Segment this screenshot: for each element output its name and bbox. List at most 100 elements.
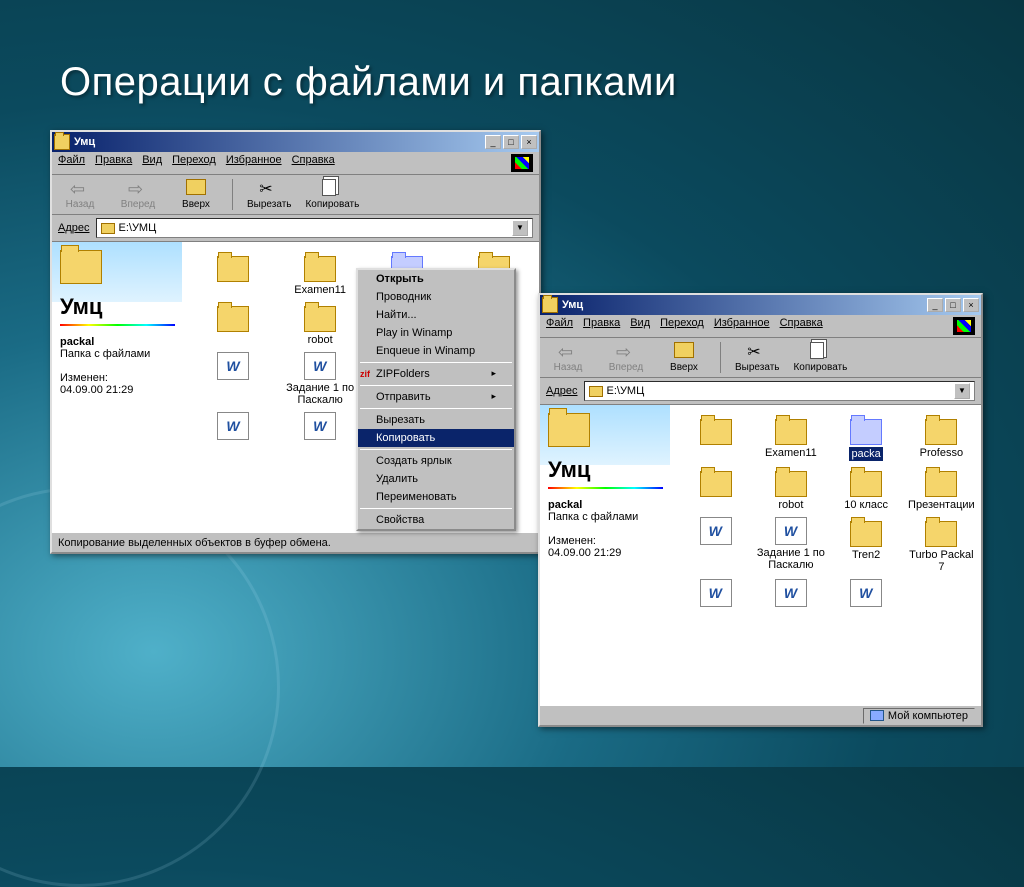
titlebar[interactable]: Умц _ □ ×: [52, 132, 539, 152]
file-item[interactable]: Professo: [906, 415, 977, 461]
menu-file[interactable]: Файл: [58, 154, 85, 172]
close-button[interactable]: ×: [963, 298, 979, 312]
file-item[interactable]: packa: [831, 415, 902, 461]
file-item[interactable]: [192, 352, 275, 406]
cut-button[interactable]: Вырезать: [247, 179, 291, 210]
file-item[interactable]: [279, 412, 362, 442]
ctx-open[interactable]: Открыть: [358, 270, 514, 288]
file-item[interactable]: 10 класс: [831, 467, 902, 511]
ctx-find[interactable]: Найти...: [358, 306, 514, 324]
file-item[interactable]: [192, 252, 275, 296]
file-label: Tren2: [852, 549, 880, 561]
modified-label: Изменен:: [548, 535, 663, 547]
ctx-enqueue-winamp[interactable]: Enqueue in Winamp: [358, 342, 514, 360]
back-button[interactable]: Назад: [58, 179, 102, 210]
minimize-button[interactable]: _: [927, 298, 943, 312]
window-title: Умц: [562, 299, 927, 311]
address-value: E:\УМЦ: [607, 385, 645, 397]
context-menu: Открыть Проводник Найти... Play in Winam…: [356, 268, 516, 531]
file-item[interactable]: Turbo Packal 7: [906, 517, 977, 573]
close-button[interactable]: ×: [521, 135, 537, 149]
maximize-button[interactable]: □: [945, 298, 961, 312]
file-item[interactable]: robot: [755, 467, 826, 511]
back-button[interactable]: Назад: [546, 342, 590, 373]
folder-icon: [217, 256, 249, 282]
address-value: E:\УМЦ: [119, 222, 157, 234]
menu-file[interactable]: Файл: [546, 317, 573, 335]
folder-icon: [54, 134, 70, 150]
menu-go[interactable]: Переход: [660, 317, 704, 335]
ctx-delete[interactable]: Удалить: [358, 470, 514, 488]
up-button[interactable]: Вверх: [662, 342, 706, 373]
ctx-send[interactable]: Отправить: [358, 388, 514, 406]
separator: [360, 449, 512, 450]
document-icon: [304, 412, 336, 440]
modified-value: 04.09.00 21:29: [60, 384, 175, 396]
menu-view[interactable]: Вид: [630, 317, 650, 335]
selection-name: packal: [60, 336, 175, 348]
ctx-shortcut[interactable]: Создать ярлык: [358, 452, 514, 470]
menu-fav[interactable]: Избранное: [226, 154, 282, 172]
dropdown-icon[interactable]: ▼: [954, 383, 970, 399]
file-item[interactable]: Tren2: [831, 517, 902, 573]
info-pane: Умц packal Папка с файлами Изменен: 04.0…: [60, 250, 175, 396]
folder-icon: [850, 471, 882, 497]
file-label: Professo: [920, 447, 963, 459]
ctx-play-winamp[interactable]: Play in Winamp: [358, 324, 514, 342]
ctx-rename[interactable]: Переименовать: [358, 488, 514, 506]
menubar: Файл Правка Вид Переход Избранное Справк…: [52, 152, 539, 175]
menu-fav[interactable]: Избранное: [714, 317, 770, 335]
ctx-explorer[interactable]: Проводник: [358, 288, 514, 306]
ctx-cut[interactable]: Вырезать: [358, 411, 514, 429]
up-button[interactable]: Вверх: [174, 179, 218, 210]
folder-icon: [700, 419, 732, 445]
toolbar: Назад Вперед Вверх Вырезать Копировать: [52, 175, 539, 215]
dropdown-icon[interactable]: ▼: [512, 220, 528, 236]
titlebar[interactable]: Умц _ □ ×: [540, 295, 981, 315]
file-item[interactable]: [680, 579, 751, 609]
copy-button[interactable]: Копировать: [793, 342, 847, 373]
statusbar: Мой компьютер: [540, 705, 981, 725]
ctx-copy[interactable]: Копировать: [358, 429, 514, 447]
forward-button[interactable]: Вперед: [116, 179, 160, 210]
ctx-props[interactable]: Свойства: [358, 511, 514, 529]
file-label: robot: [778, 499, 803, 511]
file-item[interactable]: [680, 415, 751, 461]
menu-view[interactable]: Вид: [142, 154, 162, 172]
folder-icon: [775, 419, 807, 445]
toolbar: Назад Вперед Вверх Вырезать Копировать: [540, 338, 981, 378]
address-input[interactable]: E:\УМЦ ▼: [96, 218, 534, 238]
file-label: Examen11: [294, 284, 346, 296]
selection-type: Папка с файлами: [60, 348, 175, 360]
document-icon: [304, 352, 336, 380]
file-item[interactable]: Examen11: [755, 415, 826, 461]
copy-button[interactable]: Копировать: [305, 179, 359, 210]
address-input[interactable]: E:\УМЦ ▼: [584, 381, 976, 401]
file-item[interactable]: Презентации: [906, 467, 977, 511]
file-label: Задание 1 по Паскалю: [279, 382, 362, 406]
forward-button[interactable]: Вперед: [604, 342, 648, 373]
maximize-button[interactable]: □: [503, 135, 519, 149]
file-item[interactable]: [755, 579, 826, 609]
ctx-zipfolders[interactable]: zifZIPFolders: [358, 365, 514, 383]
file-item[interactable]: Задание 1 по Паскалю: [279, 352, 362, 406]
menu-edit[interactable]: Правка: [95, 154, 132, 172]
menu-help[interactable]: Справка: [292, 154, 335, 172]
cut-button[interactable]: Вырезать: [735, 342, 779, 373]
file-item[interactable]: [680, 467, 751, 511]
window-title: Умц: [74, 136, 485, 148]
menu-help[interactable]: Справка: [780, 317, 823, 335]
file-item[interactable]: [192, 302, 275, 346]
file-item[interactable]: [831, 579, 902, 609]
menu-go[interactable]: Переход: [172, 154, 216, 172]
file-item[interactable]: Examen11: [279, 252, 362, 296]
file-item[interactable]: Задание 1 по Паскалю: [755, 517, 826, 573]
file-item[interactable]: [192, 412, 275, 442]
file-grid: Examen11packa Professo robot 10 классПрезен…: [680, 415, 977, 609]
document-icon: [850, 579, 882, 607]
file-item[interactable]: robot: [279, 302, 362, 346]
file-item[interactable]: [680, 517, 751, 573]
minimize-button[interactable]: _: [485, 135, 501, 149]
menu-edit[interactable]: Правка: [583, 317, 620, 335]
file-label: Задание 1 по Паскалю: [755, 547, 826, 571]
